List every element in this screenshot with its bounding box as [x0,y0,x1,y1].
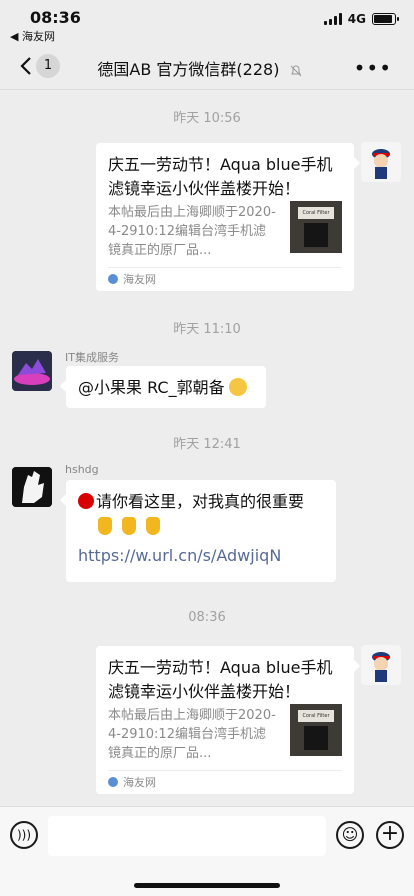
chevron-left-icon[interactable] [14,54,38,78]
source-icon [108,274,118,284]
card-source: 海友网 [108,267,342,291]
product-image [304,726,328,750]
avatar[interactable] [12,467,52,507]
message-line: 请你看这里，对我真的很重要 [78,490,324,514]
avatar[interactable] [12,351,52,391]
pointing-down-icon [98,517,112,535]
timestamp: 昨天 10:56 [173,111,241,126]
message-link[interactable]: https://w.url.cn/s/AdwjiqN [78,544,324,568]
message-text: @小果果 RC_郭朝备 [78,378,225,397]
link-card[interactable]: 庆五一劳动节！Aqua blue手机滤镜幸运小伙伴盖楼开始！ 本帖最后由上海卿顺… [96,143,360,291]
pointing-down-icon [122,517,136,535]
message-input[interactable] [48,816,326,856]
thinking-emoji-icon [228,378,247,396]
pointing-down-icon [146,517,160,535]
bell-off-icon [290,65,301,76]
more-icon[interactable]: ••• [354,56,392,80]
card-thumbnail: Coral Filter [290,201,342,253]
home-indicator [134,883,280,888]
link-card[interactable]: 庆五一劳动节！Aqua blue手机滤镜幸运小伙伴盖楼开始！ 本帖最后由上海卿顺… [96,646,360,794]
product-image [304,223,328,247]
signal-icon [323,13,342,25]
back-to-app-link[interactable]: ◀ 海友网 [10,28,55,44]
message-text: 请你看这里，对我真的很重要 [96,492,305,511]
unread-count-badge: 1 [36,54,60,78]
status-time: 08:36 [30,8,81,27]
input-bar: ))) ☺ + [0,806,414,896]
status-bar: 08:36 ◀ 海友网 4G [0,0,414,44]
voice-icon[interactable]: ))) [10,821,38,849]
chat-title: 德国AB 官方微信群(228) [70,56,330,80]
thumbnail-label: Coral Filter [298,710,334,722]
message-bubble[interactable]: @小果果 RC_郭朝备 [60,366,266,408]
sender-name: IT集成服务 [65,351,119,364]
status-indicators: 4G [323,12,399,26]
sender-name: hshdg [65,463,99,476]
card-thumbnail: Coral Filter [290,704,342,756]
card-source: 海友网 [108,770,342,794]
emoji-row [98,514,324,538]
red-circle-icon [78,493,94,509]
card-description: 本帖最后由上海卿顺于2020-4-2910:12编辑台湾手机滤镜真正的原厂品..… [108,708,276,761]
source-name: 海友网 [123,776,156,789]
avatar[interactable] [361,142,401,182]
thumbnail-label: Coral Filter [298,207,334,219]
timestamp: 昨天 12:41 [173,437,241,452]
source-name: 海友网 [123,273,156,286]
timestamp: 08:36 [188,610,226,625]
chat-header: 1 德国AB 官方微信群(228) ••• [0,44,414,90]
source-icon [108,777,118,787]
battery-icon [372,13,399,25]
message-bubble[interactable]: 请你看这里，对我真的很重要 https://w.url.cn/s/AdwjiqN [60,480,336,582]
emoji-icon[interactable]: ☺ [336,821,364,849]
card-description: 本帖最后由上海卿顺于2020-4-2910:12编辑台湾手机滤镜真正的原厂品..… [108,205,276,258]
card-title: 庆五一劳动节！Aqua blue手机滤镜幸运小伙伴盖楼开始！ [108,155,333,198]
network-type: 4G [347,12,366,26]
group-name: 德国AB 官方微信群(228) [97,60,280,79]
avatar[interactable] [361,645,401,685]
plus-icon[interactable]: + [376,821,404,849]
card-title: 庆五一劳动节！Aqua blue手机滤镜幸运小伙伴盖楼开始！ [108,658,333,701]
timestamp: 昨天 11:10 [173,322,241,337]
